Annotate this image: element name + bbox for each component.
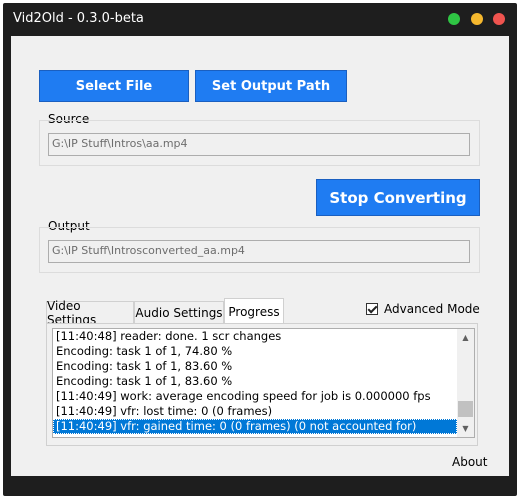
window-title: Vid2Old - 0.3.0-beta [13,11,144,26]
scroll-down-arrow-icon[interactable]: ▼ [457,420,474,437]
advanced-mode-checkbox[interactable] [366,303,378,315]
log-line[interactable]: [11:40:49] vfr: lost time: 0 (0 frames) [53,404,474,419]
log-line[interactable]: Encoding: task 1 of 1, 74.80 % [53,344,474,359]
source-path-field[interactable]: G:\IP Stuff\Intros\aa.mp4 [48,133,470,156]
log-line-selected[interactable]: [11:40:49] vfr: gained time: 0 (0 frames… [53,419,457,434]
tab-progress[interactable]: Progress [224,298,284,324]
tab-video-settings[interactable]: Video Settings [46,299,134,327]
close-button[interactable] [493,13,505,25]
stop-converting-button[interactable]: Stop Converting [316,179,480,216]
app-window: Vid2Old - 0.3.0-beta Select File Set Out… [3,3,517,496]
log-scrollbar[interactable]: ▲ ▼ [457,329,474,437]
advanced-mode-label: Advanced Mode [384,302,480,316]
log-line[interactable]: [11:40:48] reader: done. 1 scr changes [53,329,474,344]
set-output-path-button[interactable]: Set Output Path [195,70,347,102]
log-line[interactable]: Encoding: task 1 of 1, 83.60 % [53,374,474,389]
about-link[interactable]: About [452,455,487,469]
minimize-button[interactable] [471,13,483,25]
scroll-up-arrow-icon[interactable]: ▲ [457,329,474,346]
log-listbox[interactable]: [11:40:48] reader: done. 1 scr changes E… [52,328,475,438]
advanced-mode-toggle[interactable]: Advanced Mode [366,302,480,316]
title-bar[interactable]: Vid2Old - 0.3.0-beta [3,3,517,36]
output-path-field[interactable]: G:\IP Stuff\Introsconverted_aa.mp4 [48,240,470,263]
log-line[interactable]: [11:40:49] work: average encoding speed … [53,389,474,404]
maximize-button[interactable] [448,13,460,25]
log-line[interactable]: Encoding: task 1 of 1, 83.60 % [53,359,474,374]
progress-panel: [11:40:48] reader: done. 1 scr changes E… [46,323,478,446]
select-file-button[interactable]: Select File [39,70,189,102]
scroll-thumb[interactable] [458,401,473,417]
tab-audio-settings[interactable]: Audio Settings [134,301,224,323]
main-panel: Select File Set Output Path Source G:\IP… [11,36,509,476]
